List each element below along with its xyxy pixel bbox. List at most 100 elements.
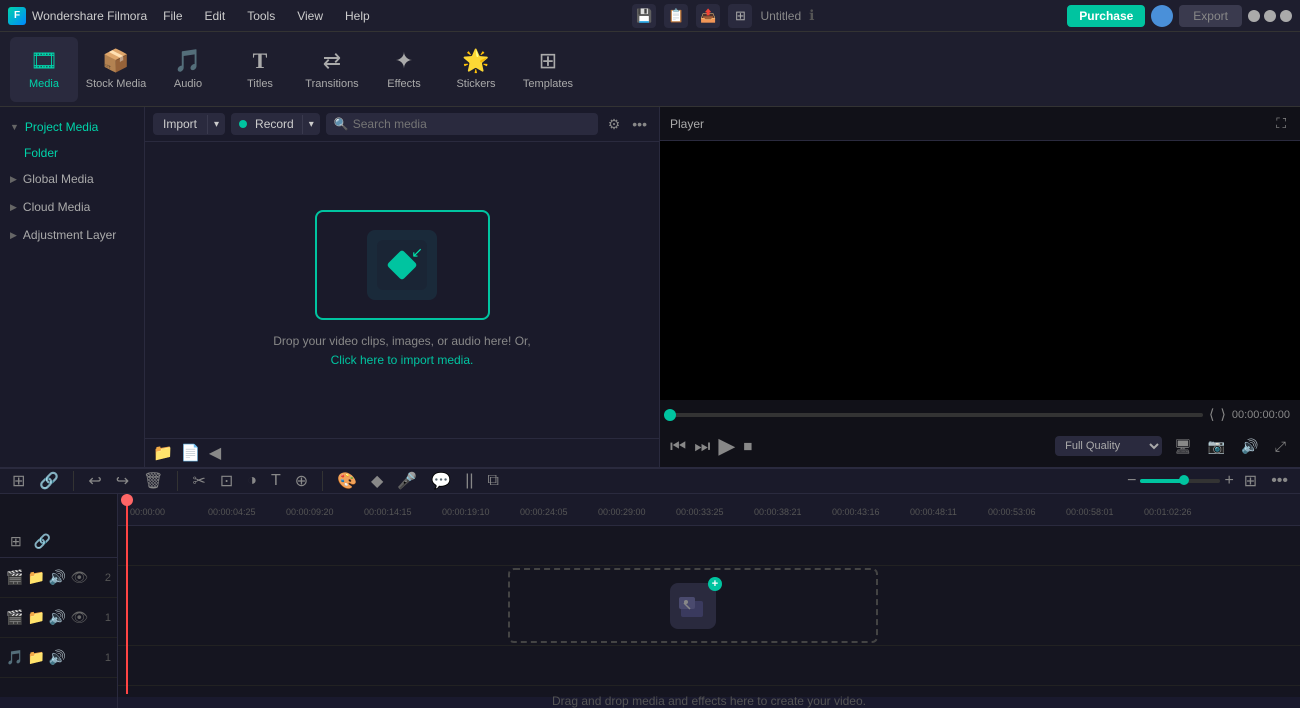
play-button[interactable]: ▶ [718, 433, 735, 459]
export-button[interactable]: Export [1179, 5, 1242, 27]
redo-button[interactable]: ↪ [112, 469, 133, 493]
mask-button[interactable]: ◑ [243, 470, 261, 492]
toolbar-stock-media[interactable]: 📦 Stock Media [82, 37, 150, 102]
more-timeline-button[interactable]: ⊞ [1240, 469, 1261, 493]
timeline: ⊞ 🔗 ↩ ↪ 🗑 ✂ ⊡ ◑ T ⊕ 🎨 ◆ 🎤 💬 || ⧉ − + ⊞ [0, 467, 1300, 697]
templates-icon: ⊞ [539, 48, 557, 74]
search-input[interactable] [353, 117, 590, 131]
split-button[interactable]: || [461, 470, 477, 492]
toolbar-transitions[interactable]: ⇄ Transitions [298, 37, 366, 102]
stock-media-icon: 📦 [102, 48, 129, 74]
sidebar-label-folder: Folder [24, 146, 58, 160]
filter-icon-button[interactable]: ⚙ [604, 114, 625, 135]
media-content: ↙ Drop your video clips, images, or audi… [145, 142, 659, 438]
audio-track-1-icon[interactable]: 🎵 [6, 649, 23, 666]
pip-button[interactable]: ⧉ [484, 470, 503, 492]
grid-icon-button[interactable]: ⊞ [728, 4, 752, 28]
add-track-button[interactable]: ⊞ [6, 531, 26, 552]
toolbar-media[interactable]: 🎞 Media [10, 37, 78, 102]
crop-button[interactable]: ⊡ [216, 469, 237, 493]
quality-select[interactable]: Full Quality Half Quality Quarter Qualit… [1055, 436, 1162, 456]
volume-icon-button[interactable]: 🔊 [1237, 436, 1262, 457]
snapshot-icon-button[interactable]: 📷 [1204, 436, 1229, 457]
sidebar-item-folder[interactable]: Folder [0, 141, 144, 165]
menu-file[interactable]: File [153, 7, 192, 25]
video-track-1-lock[interactable]: 📁 [27, 609, 44, 626]
voiceover-button[interactable]: 🎤 [393, 469, 421, 493]
close-button[interactable] [1280, 10, 1292, 22]
record-dropdown-arrow[interactable]: ▾ [302, 115, 320, 134]
record-dot-icon [239, 120, 247, 128]
subtitle-button[interactable]: 💬 [427, 469, 455, 493]
rewind-button[interactable]: ⏮ [670, 436, 686, 457]
audio-track-1-lock[interactable]: 📁 [27, 649, 44, 666]
text-button[interactable]: T [267, 470, 285, 492]
minimize-button[interactable] [1248, 10, 1260, 22]
import-link[interactable]: Click here to import media. [331, 353, 474, 367]
timeline-add-button[interactable]: ⊞ [8, 469, 29, 493]
video-track-1-eye[interactable]: 👁 [70, 609, 88, 626]
more-icon-button[interactable]: ••• [628, 114, 651, 135]
zoom-plus-button[interactable]: + [1224, 472, 1233, 490]
video-track-1-volume[interactable]: 🔊 [49, 609, 66, 626]
menu-view[interactable]: View [287, 7, 333, 25]
zoom-handle[interactable] [1179, 475, 1189, 485]
link-tracks-button[interactable]: 🔗 [30, 531, 55, 552]
menu-help[interactable]: Help [335, 7, 380, 25]
toolbar-audio[interactable]: 🎵 Audio [154, 37, 222, 102]
progress-bar[interactable] [670, 413, 1203, 417]
add-folder-button[interactable]: 📁 [153, 443, 173, 463]
sidebar-item-global-media[interactable]: ▶ Global Media [0, 165, 144, 193]
share-icon-button[interactable]: 📤 [696, 4, 720, 28]
expand-icon-button[interactable]: ⤢ [1271, 436, 1290, 457]
prev-frame-button[interactable]: ⟨ [1209, 406, 1214, 423]
toolbar-stickers[interactable]: 🌟 Stickers [442, 37, 510, 102]
keyframe-button[interactable]: ◆ [367, 469, 387, 493]
zoom-slider[interactable] [1140, 479, 1220, 483]
zoom-minus-button[interactable]: − [1127, 472, 1136, 490]
undo-button[interactable]: ↩ [84, 469, 105, 493]
video-track-2-lock[interactable]: 📁 [27, 569, 44, 586]
save-icon-button[interactable]: 💾 [632, 4, 656, 28]
transform-button[interactable]: ⊕ [291, 469, 312, 493]
toolbar-titles[interactable]: T Titles [226, 37, 294, 102]
video-track-2-eye[interactable]: 👁 [70, 569, 88, 586]
cut-button[interactable]: ✂ [188, 469, 209, 493]
menu-tools[interactable]: Tools [237, 7, 285, 25]
screen-record-icon-button[interactable]: 🖥 [1170, 436, 1196, 457]
progress-handle[interactable] [664, 409, 676, 421]
color-button[interactable]: 🎨 [333, 469, 361, 493]
sidebar-item-cloud-media[interactable]: ▶ Cloud Media [0, 193, 144, 221]
title-bar: F Wondershare Filmora File Edit Tools Vi… [0, 0, 1300, 32]
video-track-1-icon[interactable]: 🎬 [6, 609, 23, 626]
forward-button[interactable]: ⏭ [694, 436, 710, 457]
delete-button[interactable]: 🗑 [139, 469, 167, 493]
timeline-options-button[interactable]: ••• [1267, 470, 1292, 492]
stickers-icon: 🌟 [462, 48, 489, 74]
import-dropdown-arrow[interactable]: ▾ [207, 115, 225, 134]
menu-edit[interactable]: Edit [195, 7, 236, 25]
track-drop-zone[interactable]: + [508, 568, 878, 643]
playback-buttons: ⏮ ⏭ ▶ ⏹ [670, 433, 752, 459]
stop-button[interactable]: ⏹ [743, 436, 752, 457]
video-track-2-icon[interactable]: 🎬 [6, 569, 23, 586]
add-icon-button[interactable]: 📄 [181, 443, 201, 463]
video-track-2-volume[interactable]: 🔊 [49, 569, 66, 586]
collapse-button[interactable]: ◀ [209, 443, 221, 463]
timeline-link-button[interactable]: 🔗 [35, 469, 63, 493]
record-button[interactable]: Record [247, 113, 302, 135]
template-icon-button[interactable]: 📋 [664, 4, 688, 28]
purchase-button[interactable]: Purchase [1067, 5, 1145, 27]
import-button[interactable]: Import [153, 113, 207, 135]
audio-track-1-volume[interactable]: 🔊 [49, 649, 66, 666]
player-fullscreen-button[interactable]: ⛶ [1272, 113, 1290, 134]
maximize-button[interactable] [1264, 10, 1276, 22]
title-bar-right: Purchase Export [1067, 5, 1292, 27]
user-avatar[interactable] [1151, 5, 1173, 27]
sidebar-item-adjustment-layer[interactable]: ▶ Adjustment Layer [0, 221, 144, 249]
toolbar-effects[interactable]: ✦ Effects [370, 37, 438, 102]
next-frame-button[interactable]: ⟩ [1220, 406, 1225, 423]
toolbar-templates[interactable]: ⊞ Templates [514, 37, 582, 102]
media-drop-zone[interactable]: ↙ [315, 210, 490, 320]
sidebar-item-project-media[interactable]: ▼ Project Media [0, 113, 144, 141]
